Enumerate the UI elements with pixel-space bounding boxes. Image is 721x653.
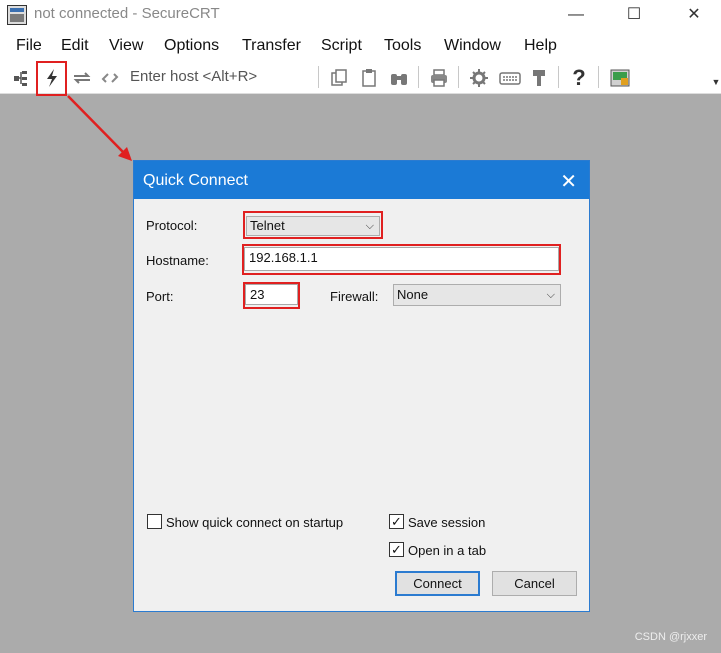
watermark: CSDN @rjxxer [634, 631, 707, 643]
firewall-label: Firewall: [330, 289, 379, 304]
save-session-checkbox[interactable]: ✓ [389, 514, 404, 529]
protocol-label: Protocol: [146, 218, 198, 233]
highlight-hostname [242, 244, 561, 275]
open-in-tab-checkbox[interactable]: ✓ [389, 542, 404, 557]
firewall-value: None [397, 287, 429, 302]
dialog-title-bar: Quick Connect ✕ [134, 161, 589, 199]
open-in-tab-label[interactable]: Open in a tab [408, 543, 486, 558]
quick-connect-dialog: Quick Connect ✕ Protocol: Telnet ⌵ Hostn… [133, 160, 590, 612]
show-on-startup-checkbox[interactable] [147, 514, 162, 529]
save-session-label[interactable]: Save session [408, 515, 485, 530]
chevron-down-icon: ⌵ [546, 289, 555, 301]
highlight-protocol [243, 211, 383, 239]
connect-button[interactable]: Connect [395, 571, 480, 596]
show-on-startup-label[interactable]: Show quick connect on startup [166, 515, 343, 530]
hostname-label: Hostname: [146, 253, 209, 268]
firewall-select[interactable]: None ⌵ [393, 284, 561, 306]
cancel-button[interactable]: Cancel [492, 571, 577, 596]
dialog-title: Quick Connect [143, 172, 248, 189]
dialog-close-icon[interactable]: ✕ [560, 169, 577, 194]
port-label: Port: [146, 289, 174, 304]
highlight-port [243, 282, 300, 309]
